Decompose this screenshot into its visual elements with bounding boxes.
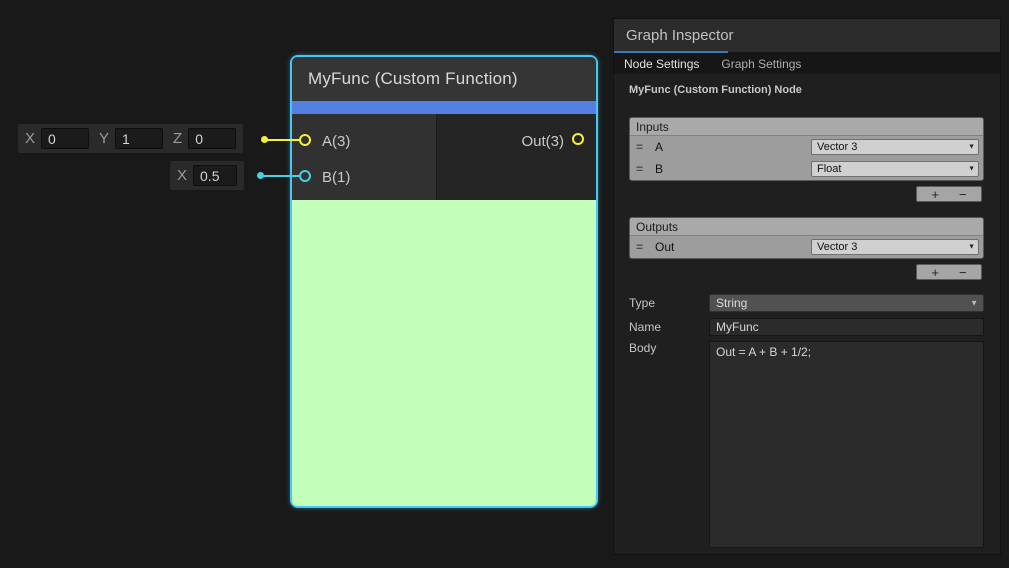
outputs-list-header: Outputs xyxy=(630,218,983,236)
axis-group-y: Y 1 xyxy=(99,128,163,149)
axis-label-z[interactable]: Z xyxy=(173,130,182,147)
input-type-dropdown[interactable]: Vector 3 ▼ xyxy=(811,139,979,155)
name-field[interactable]: MyFunc xyxy=(709,318,984,336)
port-b-icon[interactable] xyxy=(299,170,311,182)
node-settings-heading: MyFunc (Custom Function) Node xyxy=(629,84,984,96)
port-out-icon[interactable] xyxy=(572,133,584,145)
input-port-label-b: B(1) xyxy=(322,169,350,186)
node-preview xyxy=(292,200,596,506)
body-field[interactable]: Out = A + B + 1/2; xyxy=(709,341,984,548)
remove-input-button[interactable]: − xyxy=(959,188,967,201)
node-accent-bar xyxy=(292,101,596,114)
input-port-row-b: B(1) xyxy=(292,159,436,195)
axis-label-y[interactable]: Y xyxy=(99,130,109,147)
body-label: Body xyxy=(629,341,709,355)
custom-function-node[interactable]: MyFunc (Custom Function) A(3) B(1) Out(3… xyxy=(290,55,598,508)
remove-output-button[interactable]: − xyxy=(959,266,967,279)
outputs-list-footer: + − xyxy=(629,264,984,280)
drag-handle-icon[interactable]: = xyxy=(636,140,649,154)
wire-a-input[interactable] xyxy=(266,139,303,141)
float-x-field[interactable]: 0.5 xyxy=(193,165,237,186)
tab-node-settings[interactable]: Node Settings xyxy=(624,57,699,71)
port-a-icon[interactable] xyxy=(299,134,311,146)
axis-label-x[interactable]: X xyxy=(177,167,187,184)
input-type-value: Float xyxy=(817,163,841,175)
axis-group-x: X 0 xyxy=(25,128,89,149)
output-port-column: Out(3) xyxy=(437,114,596,200)
node-port-area: A(3) B(1) Out(3) xyxy=(292,114,596,200)
name-label: Name xyxy=(629,320,709,334)
input-name: A xyxy=(655,140,805,154)
output-type-dropdown[interactable]: Vector 3 ▼ xyxy=(811,239,979,255)
inspector-content: MyFunc (Custom Function) Node Inputs = A… xyxy=(614,74,1000,548)
output-type-value: Vector 3 xyxy=(817,241,857,253)
inputs-list: Inputs = A Vector 3 ▼ = B Float ▼ xyxy=(629,117,984,181)
wire-b-input[interactable] xyxy=(262,175,303,177)
chevron-down-icon: ▼ xyxy=(970,299,978,308)
graph-inspector-panel: Graph Inspector Node Settings Graph Sett… xyxy=(613,18,1001,555)
axis-label-x[interactable]: X xyxy=(25,130,35,147)
vector3-z-field[interactable]: 0 xyxy=(188,128,236,149)
drag-handle-icon[interactable]: = xyxy=(636,240,649,254)
type-value: String xyxy=(716,296,747,310)
list-item[interactable]: = A Vector 3 ▼ xyxy=(630,136,983,158)
inline-value-dot-a xyxy=(261,136,268,143)
tab-graph-settings[interactable]: Graph Settings xyxy=(721,57,801,71)
inputs-list-footer: + − xyxy=(629,186,984,202)
axis-group-z: Z 0 xyxy=(173,128,236,149)
inspector-tab-strip: Node Settings Graph Settings xyxy=(614,53,1000,74)
output-port-label-out: Out(3) xyxy=(521,133,564,150)
name-row: Name MyFunc xyxy=(629,318,984,336)
input-port-row-a: A(3) xyxy=(292,123,436,159)
output-name: Out xyxy=(655,240,805,254)
type-label: Type xyxy=(629,296,709,310)
type-row: Type String ▼ xyxy=(629,294,984,312)
add-input-button[interactable]: + xyxy=(931,188,939,201)
inspector-title-bar[interactable]: Graph Inspector xyxy=(614,19,1000,53)
node-title: MyFunc (Custom Function) xyxy=(308,69,518,89)
list-item[interactable]: = B Float ▼ xyxy=(630,158,983,180)
outputs-section: Outputs = Out Vector 3 ▼ + − xyxy=(629,217,984,280)
node-header[interactable]: MyFunc (Custom Function) xyxy=(292,57,596,101)
type-dropdown[interactable]: String ▼ xyxy=(709,294,984,312)
inline-value-dot-b xyxy=(257,172,264,179)
input-port-column: A(3) B(1) xyxy=(292,114,437,200)
inspector-title: Graph Inspector xyxy=(626,27,734,44)
input-port-label-a: A(3) xyxy=(322,133,350,150)
input-type-dropdown[interactable]: Float ▼ xyxy=(811,161,979,177)
body-row: Body Out = A + B + 1/2; xyxy=(629,341,984,548)
chevron-down-icon: ▼ xyxy=(968,166,975,173)
chevron-down-icon: ▼ xyxy=(968,244,975,251)
outputs-list: Outputs = Out Vector 3 ▼ xyxy=(629,217,984,259)
list-item[interactable]: = Out Vector 3 ▼ xyxy=(630,236,983,258)
list-controls: + − xyxy=(916,186,982,202)
add-output-button[interactable]: + xyxy=(931,266,939,279)
inputs-list-header: Inputs xyxy=(630,118,983,136)
input-type-value: Vector 3 xyxy=(817,141,857,153)
input-name: B xyxy=(655,162,805,176)
float-inline-widget: X 0.5 xyxy=(170,161,244,190)
drag-handle-icon[interactable]: = xyxy=(636,162,649,176)
chevron-down-icon: ▼ xyxy=(968,144,975,151)
vector3-inline-widget: X 0 Y 1 Z 0 xyxy=(18,124,243,153)
axis-group-x: X 0.5 xyxy=(177,165,237,186)
vector3-y-field[interactable]: 1 xyxy=(115,128,163,149)
list-controls: + − xyxy=(916,264,982,280)
vector3-x-field[interactable]: 0 xyxy=(41,128,89,149)
active-tab-indicator xyxy=(614,51,728,53)
inputs-section: Inputs = A Vector 3 ▼ = B Float ▼ xyxy=(629,117,984,202)
